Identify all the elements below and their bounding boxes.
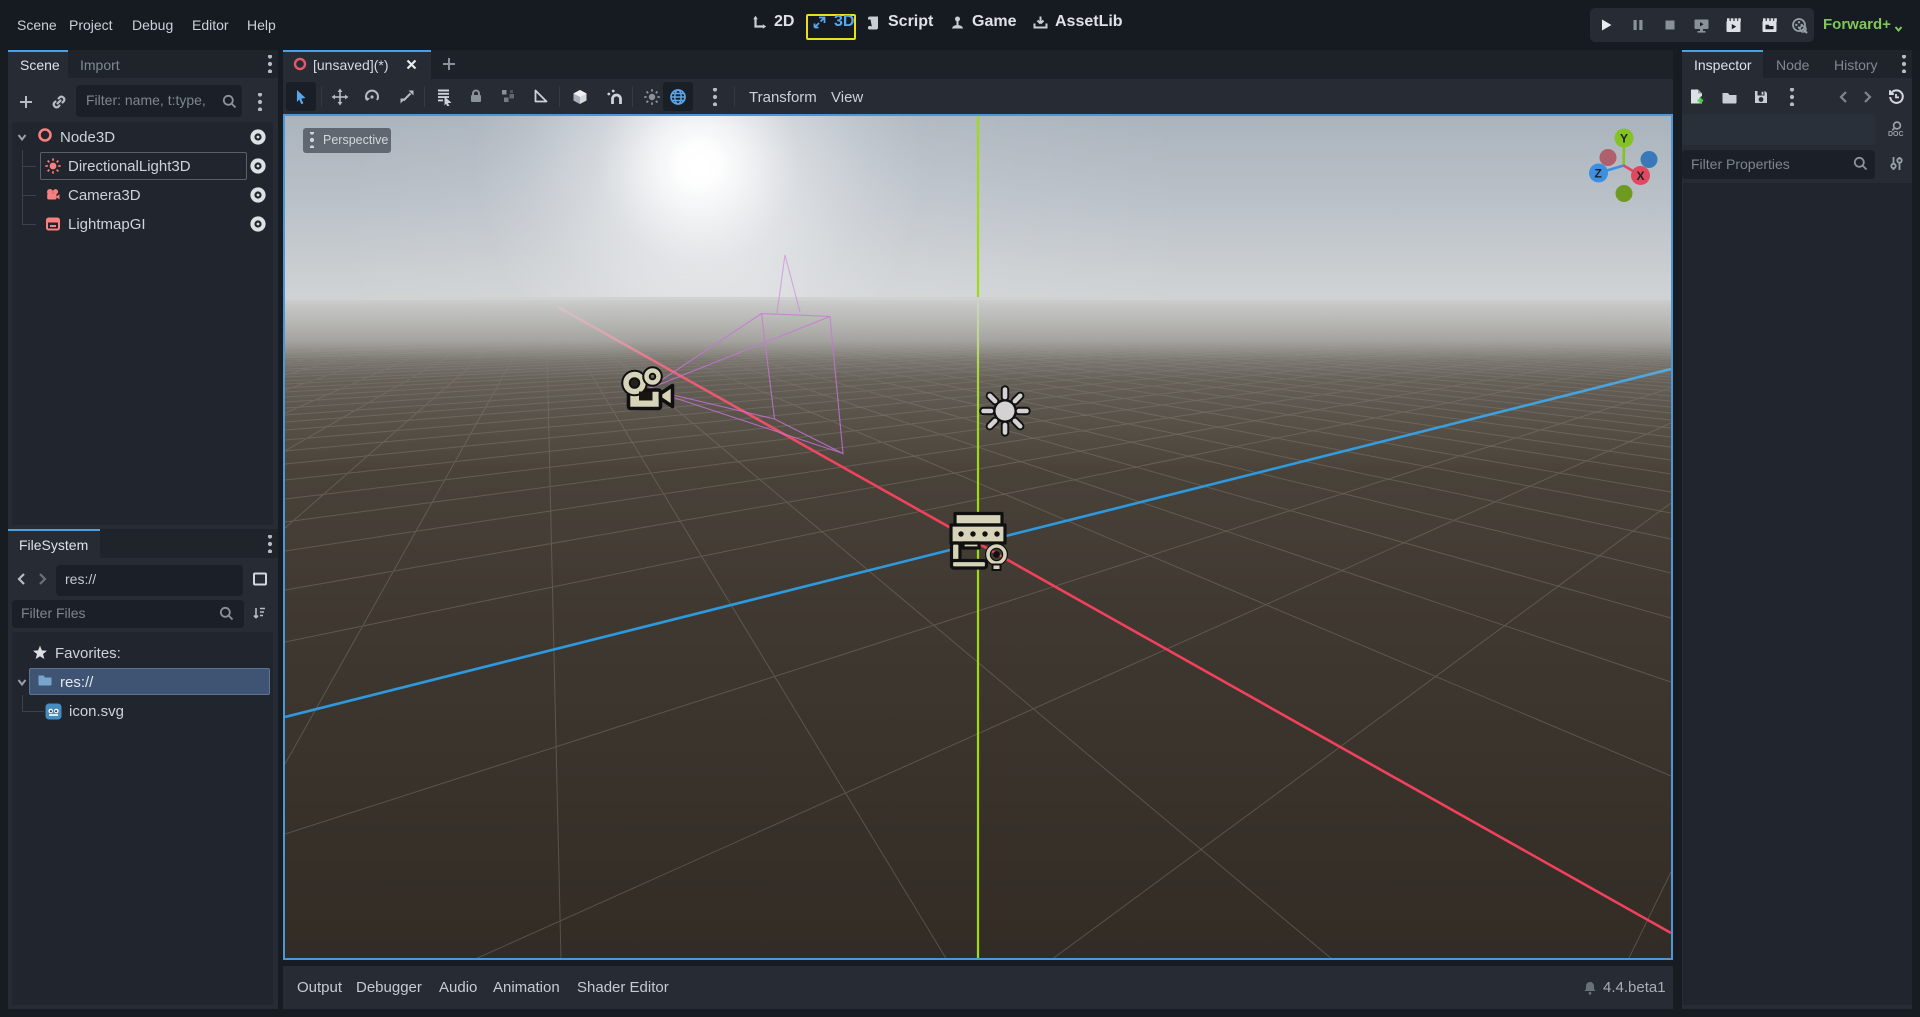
svg-text:DOC: DOC [1888,131,1904,138]
svg-text:Z: Z [1595,167,1602,181]
svg-text:Y: Y [1620,132,1628,146]
svg-text:X: X [1637,169,1645,183]
